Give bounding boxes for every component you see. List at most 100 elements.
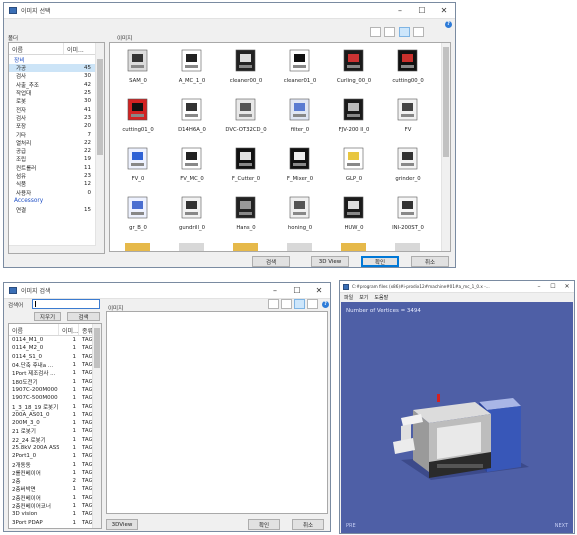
result-row[interactable]: 2롤컨베이어 1 TAG [9, 469, 101, 477]
cancel-button[interactable]: 취소 [292, 519, 324, 530]
col-name-header[interactable]: 이름 [9, 324, 59, 335]
result-row[interactable]: 2층컨베이어 1 TAG [9, 494, 101, 502]
result-row[interactable]: 0114_M2_0 1 TAG [9, 344, 101, 352]
result-row[interactable]: 180도전기 1 TAG [9, 377, 101, 386]
list-view-button[interactable] [294, 299, 305, 309]
thumbnail-view-button[interactable] [307, 299, 318, 309]
thumbnail-tile[interactable]: DVC-OT32CD_0 [222, 96, 270, 140]
help-icon[interactable]: ? [445, 21, 452, 28]
folder-hscroll[interactable] [9, 245, 96, 253]
folder-row[interactable]: 컨트롤러 11 [9, 164, 104, 172]
thumbnail-tile[interactable]: Hans_0 [222, 194, 270, 238]
thumbnail-tile[interactable] [222, 243, 270, 251]
result-row[interactable]: 0114_M1_0 1 TAG [9, 336, 101, 344]
thumbnail-tile[interactable]: cleaner00_0 [222, 47, 270, 91]
folder-row[interactable]: 검사 23 [9, 114, 104, 122]
folder-row[interactable]: 전자 41 [9, 105, 104, 114]
col-count-header[interactable]: 이미... [64, 43, 98, 54]
thumbnail-tile[interactable] [384, 243, 432, 251]
folder-row[interactable]: 포장 20 [9, 122, 104, 130]
folder-row[interactable]: 연결 15 [9, 206, 104, 214]
minimize-button[interactable]: – [264, 286, 286, 295]
folder-group[interactable]: Accessory [9, 197, 104, 206]
thumbnail-tile[interactable] [114, 243, 162, 251]
thumbnail-tile[interactable] [168, 243, 216, 251]
result-row[interactable]: 2층버박면 1 TAG [9, 485, 101, 493]
search-button[interactable]: 검색 [252, 256, 290, 267]
folder-row[interactable]: 검사 30 [9, 72, 104, 80]
search-results-list[interactable]: 이름 이미... 종류 0114_M1_0 1 TAG 0114_M2_0 1 … [8, 323, 102, 529]
folder-row[interactable]: 열처리 22 [9, 139, 104, 147]
cancel-button[interactable]: 취소 [411, 256, 449, 267]
result-row[interactable]: 04.단축 후내a ... 1 TAG [9, 361, 101, 369]
folder-row[interactable]: 로봇 30 [9, 97, 104, 105]
thumbnail-tile[interactable] [276, 243, 324, 251]
3d-viewport[interactable]: Number of Vertices = 3494 PRE NEXT [341, 302, 573, 533]
folder-list[interactable]: 이름 이미... 장비 가공 45 검사 30 사출_추조 42 작업대 25 … [8, 42, 105, 254]
maximize-button[interactable]: ☐ [286, 286, 308, 295]
search-input[interactable] [32, 299, 100, 309]
result-row[interactable]: 3Port PDAP 1 TAG [9, 519, 101, 527]
result-row[interactable]: 200A_AS01_0 1 TAG [9, 411, 101, 419]
thumbnail-tile[interactable]: Curling_00_0 [330, 47, 378, 91]
thumbnail-tile[interactable]: F_Cutter_0 [222, 145, 270, 189]
ok-button[interactable]: 확인 [248, 519, 280, 530]
folder-row[interactable]: 식품 12 [9, 180, 104, 188]
sort-za-button[interactable] [281, 299, 292, 309]
list-view-button[interactable] [399, 27, 410, 37]
folder-row[interactable]: 섬유 23 [9, 172, 104, 180]
thumbnail-tile[interactable]: FJV-200 II_0 [330, 96, 378, 140]
menu-file[interactable]: 파일 [344, 294, 353, 301]
help-icon[interactable]: ? [322, 301, 329, 308]
col-name-header[interactable]: 이름 [9, 43, 64, 54]
result-row[interactable]: 3D vision 1 TAG [9, 510, 101, 518]
sort-az-button[interactable] [268, 299, 279, 309]
thumbnail-tile[interactable]: A_MC_1_0 [168, 47, 216, 91]
sort-za-button[interactable] [384, 27, 395, 37]
result-row[interactable]: 1907C-200M000 1 TAG [9, 386, 101, 394]
thumbnail-tile[interactable]: cutting00_0 [384, 47, 432, 91]
thumbnail-tile[interactable]: FV_MC_0 [168, 145, 216, 189]
thumbnail-tile[interactable]: gr_B_0 [114, 194, 162, 238]
result-row[interactable]: 1_3_18_19 로봇기 1 TAG [9, 402, 101, 411]
result-row[interactable]: 25.8kV 200A ASS 1 TAG [9, 444, 101, 452]
result-row[interactable]: 2층 2 TAG [9, 477, 101, 485]
maximize-button[interactable]: ☐ [411, 6, 433, 15]
3d-view-button[interactable]: 3DView [106, 519, 138, 530]
folder-row[interactable]: 기타 7 [9, 130, 104, 139]
folder-vscroll[interactable] [95, 43, 104, 253]
thumbnail-tile[interactable]: HUW_0 [330, 194, 378, 238]
result-row[interactable]: 2Port1_0 1 TAG [9, 452, 101, 460]
result-row[interactable]: 0114_S1_0 1 TAG [9, 353, 101, 361]
folder-row[interactable]: 사출_추조 42 [9, 81, 104, 89]
thumbnail-tile[interactable]: FV_0 [114, 145, 162, 189]
menu-view[interactable]: 보기 [359, 294, 368, 301]
search-button[interactable]: 검색 [67, 312, 100, 321]
folder-row[interactable]: 사용자 0 [9, 188, 104, 197]
result-row[interactable]: 2개동동 1 TAG [9, 460, 101, 469]
folder-row[interactable]: 작업대 25 [9, 89, 104, 97]
thumbnail-tile[interactable]: SAM_0 [114, 47, 162, 91]
result-row[interactable]: 200M_3_0 1 TAG [9, 419, 101, 427]
result-row[interactable]: 2층컨베이어코너 1 TAG [9, 502, 101, 510]
close-button[interactable]: ✕ [560, 283, 574, 290]
grid-vscroll[interactable] [441, 43, 450, 251]
prev-label[interactable]: PRE [346, 523, 356, 529]
next-label[interactable]: NEXT [555, 523, 568, 529]
col-count-header[interactable]: 이미... [59, 324, 79, 335]
result-row[interactable]: 1907C-500M000 1 TAG [9, 394, 101, 402]
folder-row[interactable]: 가공 45 [9, 64, 104, 73]
sort-az-button[interactable] [370, 27, 381, 37]
thumbnail-tile[interactable]: cutting01_0 [114, 96, 162, 140]
result-row[interactable]: 1Port 제조검사 ... 1 TAG [9, 369, 101, 377]
close-button[interactable]: ✕ [433, 6, 455, 15]
results-vscroll[interactable] [92, 324, 101, 528]
close-button[interactable]: ✕ [308, 286, 330, 295]
thumbnail-tile[interactable]: honing_0 [276, 194, 324, 238]
clear-button[interactable]: 지우기 [34, 312, 61, 321]
result-row[interactable]: 22_24 로봇기 1 TAG [9, 436, 101, 444]
folder-row[interactable]: 조립 19 [9, 155, 104, 163]
thumbnail-tile[interactable]: GLP_0 [330, 145, 378, 189]
minimize-button[interactable]: – [389, 6, 411, 15]
thumbnail-tile[interactable]: FV [384, 96, 432, 140]
